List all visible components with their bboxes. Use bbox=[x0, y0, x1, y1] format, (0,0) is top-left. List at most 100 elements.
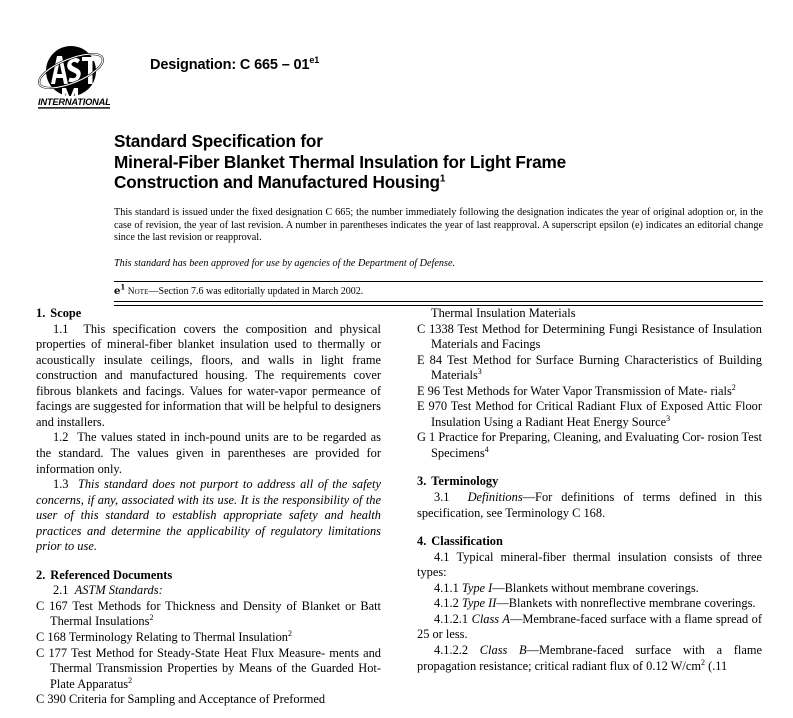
designation-label: Designation: C 665 – 01e1 bbox=[150, 55, 320, 73]
subsection-2-1-title: ASTM Standards: bbox=[74, 583, 163, 598]
astm-international-logo: INTERNATIONAL bbox=[38, 44, 110, 110]
paragraph-4-1-2-number: 4.1.2 bbox=[434, 596, 459, 611]
reference-c168: C 168 Terminology Relating to Thermal In… bbox=[36, 628, 381, 646]
right-column: Thermal Insulation Materials C 1338 Test… bbox=[417, 306, 762, 718]
reference-c1338-line-1: C 1338 Test Method for Determining Fungi… bbox=[417, 321, 709, 336]
section-4-title: Classification bbox=[431, 534, 503, 549]
issuance-statement: This standard is issued under the fixed … bbox=[114, 207, 763, 244]
paragraph-4-1-2-1: 4.1.2.1 Class A—Membrane-faced surface w… bbox=[417, 612, 762, 643]
reference-e84: E 84 Test Method for Surface Burning Cha… bbox=[417, 353, 762, 384]
reference-c177: C 177 Test Method for Steady-State Heat … bbox=[36, 646, 381, 693]
left-column: 1. Scope 1.1 This specification covers th… bbox=[36, 306, 381, 718]
section-2-number: 2. bbox=[36, 567, 46, 582]
reference-e970: E 970 Test Method for Critical Radiant F… bbox=[417, 399, 762, 430]
section-3-title: Terminology bbox=[431, 474, 499, 489]
reference-c390-continuation-text: Thermal Insulation Materials bbox=[431, 306, 576, 320]
section-gap-1 bbox=[36, 555, 381, 568]
front-matter-rule-top bbox=[114, 281, 763, 283]
reference-c390-line-1: C 390 Criteria for Sampling and Acceptan… bbox=[36, 692, 326, 707]
designation-superscript: e1 bbox=[309, 55, 320, 66]
section-3-number: 3. bbox=[417, 474, 427, 489]
reference-g1-line-1: G 1 Practice for Preparing, Cleaning, an… bbox=[417, 430, 705, 445]
reference-e970-line-3: Source bbox=[631, 414, 667, 429]
paragraph-1-3-number: 1.3 bbox=[53, 477, 69, 492]
epsilon-superscript: 1 bbox=[120, 282, 126, 292]
paragraph-4-1-2-lead: Type II bbox=[461, 596, 497, 611]
paragraph-1-3: 1.3 This standard does not purport to ad… bbox=[36, 477, 381, 555]
paragraph-4-1-1: 4.1.1 Type I—Blankets without membrane c… bbox=[417, 581, 762, 597]
paragraph-4-1-2: 4.1.2 Type II—Blankets with nonreflectiv… bbox=[417, 596, 762, 612]
paragraph-1-2: 1.2 The values stated in inch-pound unit… bbox=[36, 430, 381, 477]
paragraph-3-1-lead: Definitions bbox=[467, 490, 523, 505]
section-gap-2 bbox=[417, 461, 762, 474]
paragraph-4-1-2-1-lead: Class A bbox=[471, 611, 510, 626]
reference-c177-line-1: C 177 Test Method for Steady-State Heat … bbox=[36, 645, 326, 660]
reference-c168-line-1: C 168 Terminology Relating to Thermal In… bbox=[36, 630, 288, 645]
reference-e96-footnote: 2 bbox=[731, 382, 736, 392]
reference-c167: C 167 Test Methods for Thickness and Den… bbox=[36, 599, 381, 630]
paragraph-4-1-2-1-number: 4.1.2.1 bbox=[434, 611, 469, 626]
paragraph-4-1-2-2: 4.1.2.2 Class B—Membrane-faced surface w… bbox=[417, 643, 762, 674]
paragraph-4-1-2-2-tail: (.11 bbox=[704, 658, 728, 673]
paragraph-1-2-text: The values stated in inch-pound units ar… bbox=[36, 430, 381, 476]
reference-e96: E 96 Test Methods for Water Vapor Transm… bbox=[417, 382, 762, 400]
reference-c177-footnote: 2 bbox=[128, 675, 133, 685]
reference-c1338: C 1338 Test Method for Determining Fungi… bbox=[417, 322, 762, 353]
subsection-2-1-number: 2.1 bbox=[53, 583, 69, 598]
astm-wordmark-text: INTERNATIONAL bbox=[38, 97, 110, 107]
section-heading-4: 4. Classification bbox=[417, 534, 762, 550]
subsection-2-1: 2.1 ASTM Standards: bbox=[36, 583, 381, 599]
note-label: Note bbox=[127, 286, 149, 297]
reference-c167-footnote: 2 bbox=[149, 613, 154, 623]
reference-c167-line-1: C 167 Test Methods for Thickness and Den… bbox=[36, 598, 341, 613]
section-heading-1: 1. Scope bbox=[36, 306, 381, 322]
reference-e84-line-1: E 84 Test Method for Surface Burning Cha… bbox=[417, 352, 714, 367]
reference-c390-continuation: Thermal Insulation Materials bbox=[417, 306, 762, 322]
section-gap-3 bbox=[417, 521, 762, 534]
section-1-number: 1. bbox=[36, 306, 46, 320]
reference-e96-line-1: E 96 Test Methods for Water Vapor Transm… bbox=[417, 383, 708, 398]
paragraph-4-1-2-2-number: 4.1.2.2 bbox=[434, 643, 469, 658]
paragraph-4-1-number: 4.1 bbox=[434, 549, 450, 564]
paragraph-4-1: 4.1 Typical mineral-fiber thermal insula… bbox=[417, 550, 762, 581]
note-body: —Section 7.6 was editorially updated in … bbox=[148, 285, 364, 297]
paragraph-3-1-number: 3.1 bbox=[434, 490, 450, 505]
paragraph-4-1-1-lead: Type I bbox=[461, 580, 493, 595]
masthead: INTERNATIONAL Designation: C 665 – 01e1 bbox=[38, 44, 319, 110]
paragraph-4-1-text: Typical mineral-fiber thermal insulation… bbox=[417, 549, 762, 580]
paragraph-1-1: 1.1 This specification covers the compos… bbox=[36, 322, 381, 431]
paragraph-1-1-number: 1.1 bbox=[53, 321, 69, 336]
designation-text: Designation: C 665 – 01 bbox=[150, 57, 310, 73]
paragraph-1-2-number: 1.2 bbox=[53, 430, 69, 445]
paragraph-4-1-2-2-lead: Class B bbox=[479, 643, 527, 658]
section-2-title: Referenced Documents bbox=[50, 567, 173, 582]
reference-g1-footnote: 4 bbox=[484, 444, 489, 454]
reference-c390: C 390 Criteria for Sampling and Acceptan… bbox=[36, 692, 381, 708]
paragraph-1-3-text: This standard does not purport to addres… bbox=[36, 477, 381, 554]
title-line-3-text: Construction and Manufactured Housing bbox=[114, 172, 440, 192]
paragraph-4-1-2-1-text: —Membrane-faced surface with a flame spr… bbox=[417, 611, 762, 642]
paragraph-4-1-1-text: —Blankets without membrane coverings. bbox=[492, 580, 699, 595]
paragraph-4-1-2-text: —Blankets with nonreflective membrane co… bbox=[496, 596, 756, 611]
title-line-1: Standard Specification for bbox=[114, 131, 323, 151]
paragraph-3-1: 3.1 Definitions—For definitions of terms… bbox=[417, 490, 762, 521]
title-footnote-marker: 1 bbox=[439, 173, 446, 185]
reference-g1: G 1 Practice for Preparing, Cleaning, an… bbox=[417, 430, 762, 461]
section-heading-2: 2. Referenced Documents bbox=[36, 568, 381, 584]
section-4-number: 4. bbox=[417, 534, 427, 549]
reference-e970-footnote: 3 bbox=[666, 413, 671, 423]
editorial-note: e1 Note—Section 7.6 was editorially upda… bbox=[114, 282, 763, 298]
paragraph-4-1-1-number: 4.1.1 bbox=[434, 580, 459, 595]
reference-e970-line-1: E 970 Test Method for Critical Radiant F… bbox=[417, 399, 704, 414]
section-heading-3: 3. Terminology bbox=[417, 474, 762, 490]
paragraph-1-1-text: This specification covers the compositio… bbox=[36, 321, 381, 429]
epsilon-symbol: e1 bbox=[114, 282, 126, 297]
reference-e96-line-2: rials bbox=[710, 383, 732, 398]
body-columns: 1. Scope 1.1 This specification covers th… bbox=[36, 306, 762, 718]
reference-c168-footnote: 2 bbox=[287, 628, 292, 638]
front-matter: This standard is issued under the fixed … bbox=[114, 207, 763, 306]
reference-e84-footnote: 3 bbox=[477, 367, 482, 377]
title-line-3: Construction and Manufactured Housing1 bbox=[114, 172, 754, 193]
section-1-title: Scope bbox=[50, 306, 82, 320]
title-line-2: Mineral-Fiber Blanket Thermal Insulation… bbox=[114, 151, 566, 172]
